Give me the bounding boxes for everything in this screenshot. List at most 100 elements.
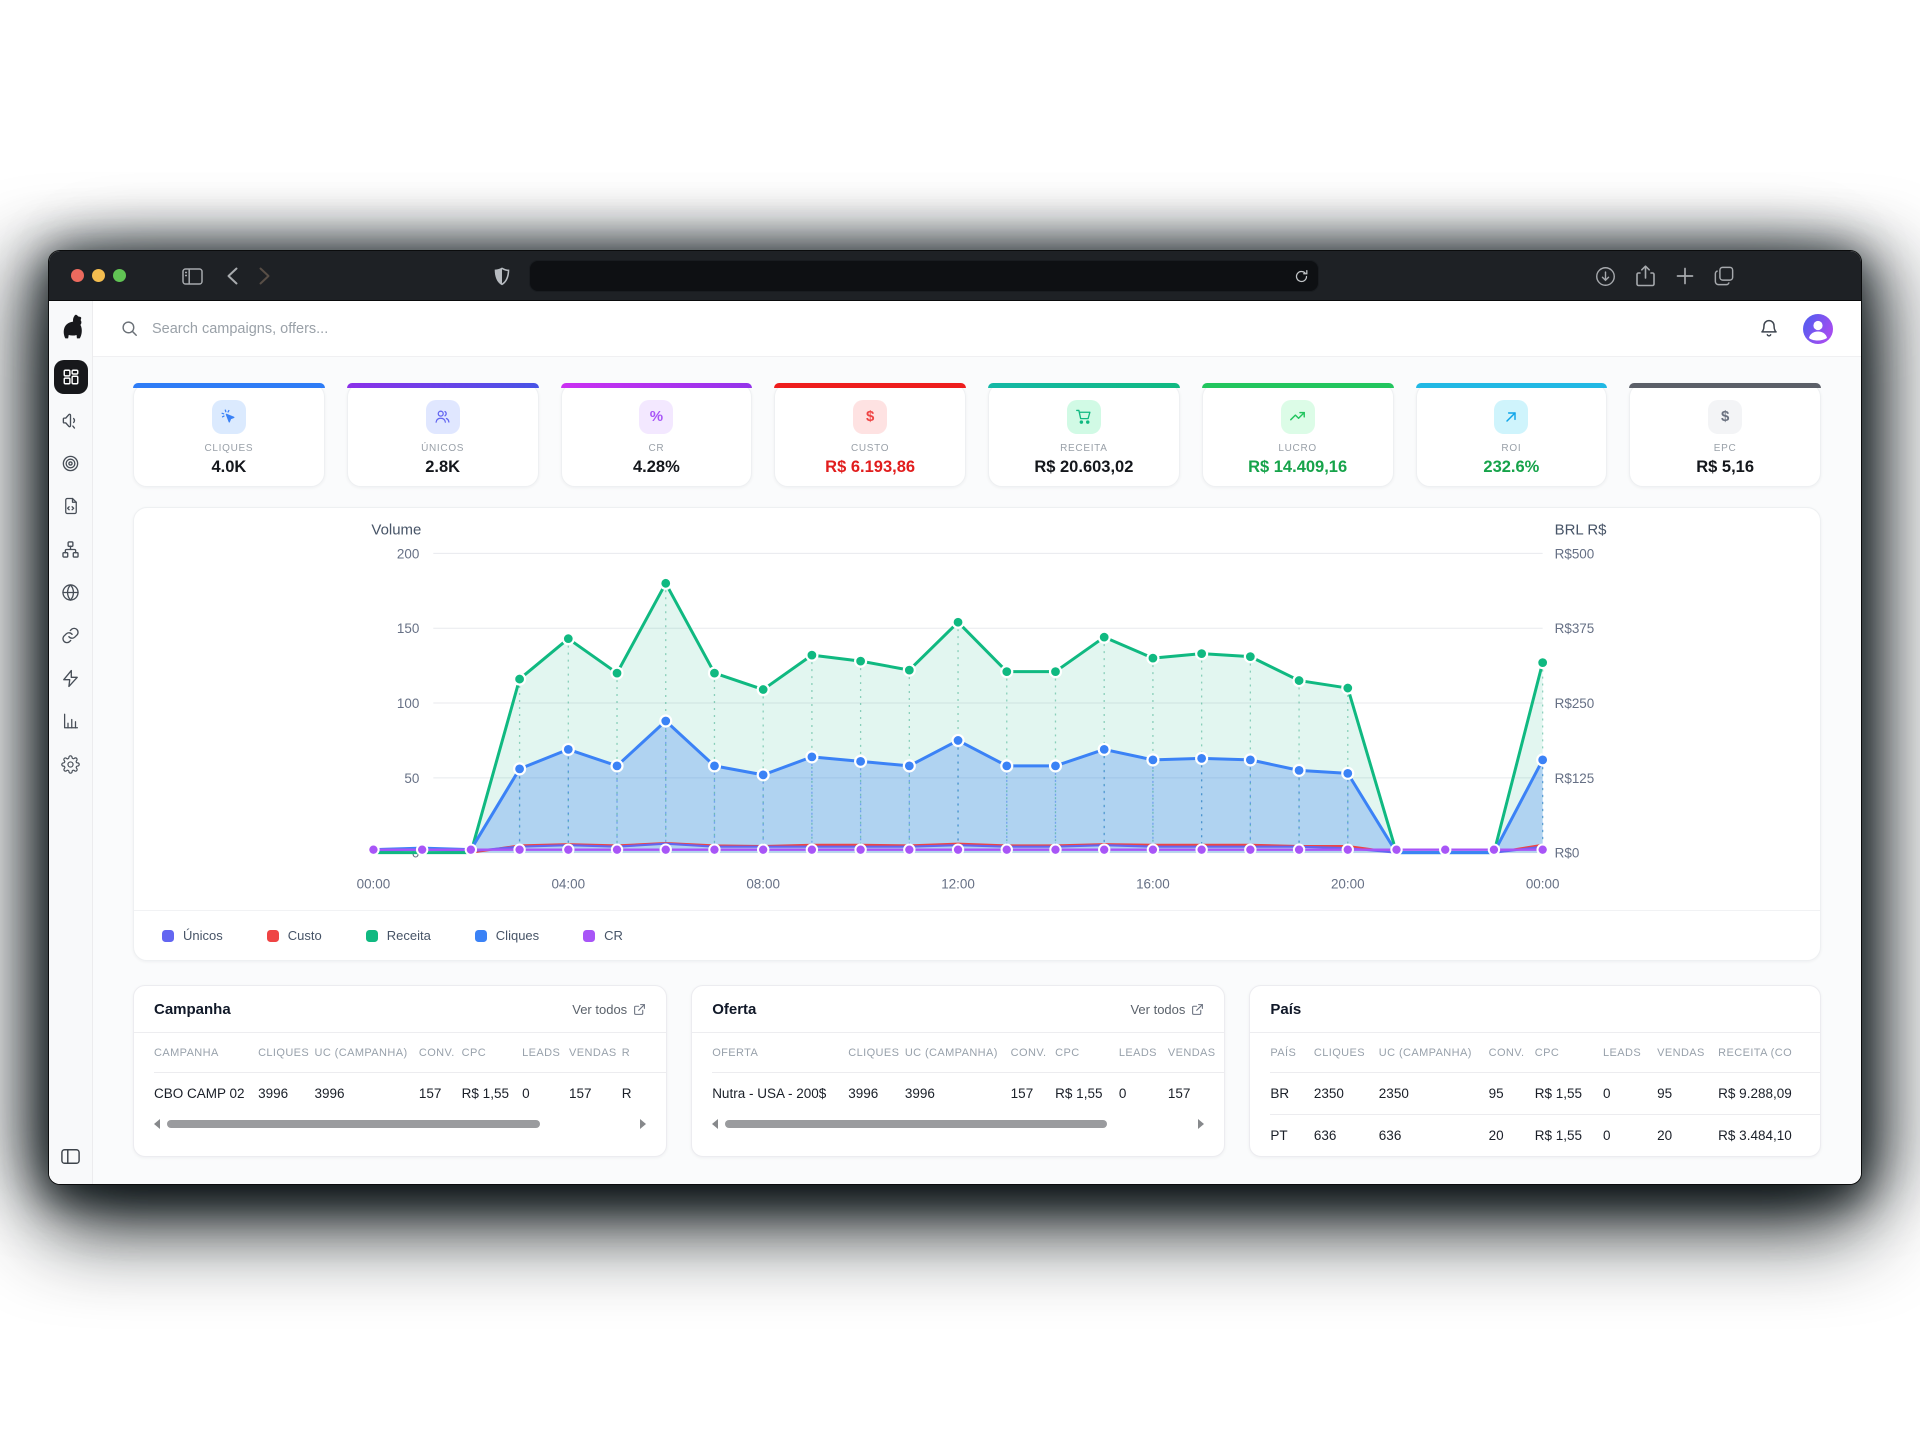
column-header: VENDAS	[1168, 1033, 1225, 1073]
kpi-card-cliques[interactable]: CLIQUES4.0K	[133, 383, 325, 487]
share-icon[interactable]	[1629, 251, 1661, 301]
legend-item-únicos[interactable]: Únicos	[162, 928, 223, 943]
table-row[interactable]: CBO CAMP 0239963996157R$ 1,550157R	[154, 1073, 666, 1115]
sidebar-item-landing-pages[interactable]	[54, 489, 88, 523]
table-cell: 95	[1489, 1073, 1535, 1115]
legend-item-custo[interactable]: Custo	[267, 928, 322, 943]
kpi-accent-bar	[133, 383, 325, 388]
traffic-chart-card: VolumeBRL R$0R$050R$125100R$250150R$3752…	[133, 507, 1821, 961]
kpi-value: R$ 14.409,16	[1248, 458, 1347, 477]
sidebar-item-settings[interactable]	[54, 747, 88, 781]
cursor-click-icon	[212, 400, 246, 434]
column-header: OFERTA	[712, 1033, 848, 1073]
sidebar-item-flows[interactable]	[54, 532, 88, 566]
users-icon	[426, 400, 460, 434]
ver-todos-label: Ver todos	[572, 1002, 627, 1017]
table-cell: 157	[1168, 1073, 1225, 1115]
scroll-left-icon[interactable]	[712, 1119, 718, 1129]
search-input[interactable]	[152, 321, 752, 337]
legend-item-receita[interactable]: Receita	[366, 928, 431, 943]
table-row[interactable]: BR2350235095R$ 1,55095R$ 9.288,09	[1270, 1073, 1820, 1115]
zoom-window-button[interactable]	[113, 269, 126, 282]
bell-icon[interactable]	[1759, 318, 1779, 339]
column-header: CONV.	[1011, 1033, 1056, 1073]
kpi-card-custo[interactable]: $CUSTOR$ 6.193,86	[774, 383, 966, 487]
table-row[interactable]: PT63663620R$ 1,55020R$ 3.484,10	[1270, 1115, 1820, 1157]
table-title: Campanha	[154, 1001, 231, 1018]
scrollbar-track[interactable]	[725, 1120, 1191, 1128]
table-cell: 636	[1314, 1115, 1379, 1157]
browser-sidebar-toggle-icon[interactable]	[175, 251, 209, 301]
ver-todos-link[interactable]: Ver todos	[572, 1002, 646, 1017]
legend-item-cr[interactable]: CR	[583, 928, 623, 943]
sidebar-item-links[interactable]	[54, 618, 88, 652]
legend-label: Receita	[387, 928, 431, 943]
sidebar-item-reports[interactable]	[54, 704, 88, 738]
scroll-right-icon[interactable]	[640, 1119, 646, 1129]
kpi-card-lucro[interactable]: LUCROR$ 14.409,16	[1202, 383, 1394, 487]
scroll-left-icon[interactable]	[154, 1119, 160, 1129]
column-header: CPC	[1535, 1033, 1603, 1073]
table-row[interactable]: Nutra - USA - 200$39963996157R$ 1,550157	[712, 1073, 1224, 1115]
legend-swatch	[267, 930, 279, 942]
sidebar-item-offers[interactable]	[54, 446, 88, 480]
search-icon	[121, 320, 138, 337]
kpi-card-epc[interactable]: $EPCR$ 5,16	[1629, 383, 1821, 487]
legend-swatch	[162, 930, 174, 942]
svg-text:20:00: 20:00	[1331, 877, 1365, 892]
download-icon[interactable]	[1589, 251, 1621, 301]
sidebar-item-domains[interactable]	[54, 575, 88, 609]
table-card-campanha: CampanhaVer todos CAMPANHACLIQUESUC (CAM…	[133, 985, 667, 1157]
avatar[interactable]	[1803, 314, 1833, 344]
table-cell: R$ 9.288,09	[1718, 1073, 1820, 1115]
ver-todos-link[interactable]: Ver todos	[1130, 1002, 1204, 1017]
table-cell: 95	[1657, 1073, 1718, 1115]
kpi-row: CLIQUES4.0KÚNICOS2.8K%CR4.28%$CUSTOR$ 6.…	[133, 383, 1821, 487]
shield-icon	[487, 251, 517, 301]
column-header: UC (CAMPANHA)	[905, 1033, 1011, 1073]
table-cell: 157	[1011, 1073, 1056, 1115]
kpi-card-roi[interactable]: ROI232.6%	[1416, 383, 1608, 487]
kpi-label: ÚNICOS	[421, 443, 464, 454]
reload-icon[interactable]	[1285, 261, 1318, 291]
sidebar-item-dashboard[interactable]	[54, 360, 88, 394]
column-header: CPC	[462, 1033, 522, 1073]
address-bar[interactable]	[529, 260, 1319, 292]
forward-icon[interactable]	[249, 251, 279, 301]
sidebar-collapse-icon[interactable]	[61, 1148, 80, 1170]
scrollbar-thumb[interactable]	[725, 1120, 1107, 1128]
sidebar-item-campaigns[interactable]	[54, 403, 88, 437]
column-header: VENDAS	[569, 1033, 622, 1073]
minimize-window-button[interactable]	[92, 269, 105, 282]
kpi-label: ROI	[1501, 443, 1521, 454]
scrollbar-thumb[interactable]	[167, 1120, 540, 1128]
svg-text:R$500: R$500	[1555, 546, 1595, 561]
kpi-card-receita[interactable]: RECEITAR$ 20.603,02	[988, 383, 1180, 487]
table-cell: CBO CAMP 02	[154, 1073, 258, 1115]
table-cell: PT	[1270, 1115, 1314, 1157]
table-cell: 0	[1119, 1073, 1168, 1115]
legend-label: Únicos	[183, 928, 223, 943]
column-header: CLIQUES	[848, 1033, 905, 1073]
scrollbar-track[interactable]	[167, 1120, 633, 1128]
back-icon[interactable]	[217, 251, 247, 301]
table-cell: 3996	[258, 1073, 314, 1115]
column-header: UC (CAMPANHA)	[1379, 1033, 1489, 1073]
legend-item-cliques[interactable]: Cliques	[475, 928, 539, 943]
dog-logo-icon[interactable]	[57, 313, 84, 340]
kpi-card-únicos[interactable]: ÚNICOS2.8K	[347, 383, 539, 487]
tab-overview-icon[interactable]	[1707, 251, 1741, 301]
kpi-card-cr[interactable]: %CR4.28%	[561, 383, 753, 487]
svg-text:50: 50	[404, 771, 419, 786]
close-window-button[interactable]	[71, 269, 84, 282]
table-cell: R	[622, 1073, 666, 1115]
sidebar-item-automation[interactable]	[54, 661, 88, 695]
app-sidebar	[49, 301, 93, 1184]
column-header: CONV.	[1489, 1033, 1535, 1073]
table-cell: Nutra - USA - 200$	[712, 1073, 848, 1115]
kpi-accent-bar	[1629, 383, 1821, 388]
scroll-right-icon[interactable]	[1198, 1119, 1204, 1129]
kpi-value: R$ 6.193,86	[825, 458, 915, 477]
new-tab-icon[interactable]	[1669, 251, 1701, 301]
kpi-label: CR	[648, 443, 664, 454]
